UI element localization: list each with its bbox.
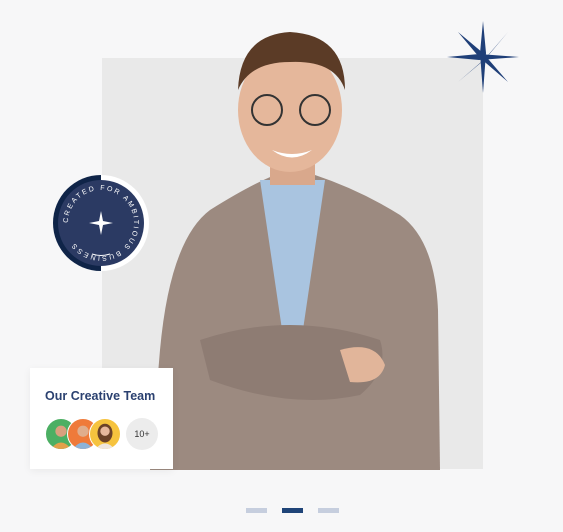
created-for-ambitious-business-badge: CREATED FOR AMBITIOUS BUSINESS	[53, 175, 149, 271]
carousel-dot-3[interactable]	[318, 508, 339, 513]
hero-person-photo	[150, 32, 440, 470]
carousel-dot-1[interactable]	[246, 508, 267, 513]
carousel-dot-2-active[interactable]	[282, 508, 303, 513]
more-members-count[interactable]: 10+	[126, 418, 158, 450]
sparkle-star-icon	[447, 21, 519, 93]
avatar	[89, 418, 121, 450]
team-card-title: Our Creative Team	[45, 389, 156, 403]
team-card: Our Creative Team 10+	[30, 368, 173, 469]
